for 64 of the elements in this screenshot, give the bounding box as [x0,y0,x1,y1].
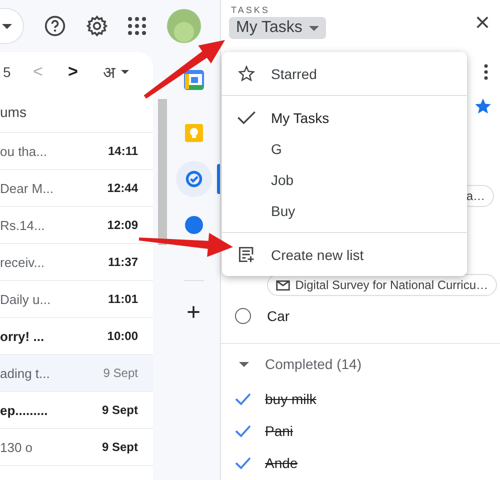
add-list-icon [238,246,255,263]
email-time: 9 Sept [103,366,138,380]
email-text: Dear M... [0,180,54,196]
star-icon [238,65,255,82]
email-text: Rs.14... [0,218,45,232]
star-icon[interactable] [474,97,492,115]
check-icon[interactable] [235,425,251,437]
mail-icon [276,280,290,290]
email-time: 9 Sept [102,440,138,454]
email-row[interactable]: ading t... 9 Sept [0,355,153,392]
tasks-icon [184,170,202,188]
email-text: receiv... [0,254,45,270]
caret-icon [121,70,129,74]
email-time: 14:11 [108,144,138,158]
email-time: 12:09 [107,218,138,232]
scrollbar-thumb[interactable] [158,99,167,245]
email-text: ading t... [0,366,50,380]
email-time: 11:37 [108,255,138,269]
email-row[interactable]: 130 o 9 Sept [0,429,153,466]
close-button[interactable]: × [474,9,490,35]
help-icon[interactable] [44,15,66,37]
list-selector-button[interactable]: My Tasks [229,17,326,39]
add-apps-button[interactable]: + [186,301,200,325]
search-bar[interactable] [0,8,24,44]
email-row[interactable]: Daily u... 11:01 [0,281,153,318]
email-row[interactable]: ep......... 9 Sept [0,392,153,429]
check-icon[interactable] [235,393,251,405]
check-icon [237,111,256,124]
email-text: orry! ... [0,328,44,344]
settings-icon[interactable] [86,15,108,37]
check-icon[interactable] [235,457,251,469]
task-title: Pani [265,423,294,439]
next-page-button[interactable]: > [68,62,103,82]
email-row[interactable]: ou tha... 14:11 [0,133,153,170]
more-options-icon[interactable] [484,64,488,80]
menu-item[interactable]: My Tasks [222,102,467,133]
task-title: Ande [265,455,298,471]
email-time: 9 Sept [102,403,138,417]
email-text: Daily u... [0,292,51,306]
page-range: 5 [3,64,12,80]
task-title: Car [267,308,290,324]
email-time: 10:00 [107,329,138,343]
menu-item[interactable]: G [222,133,467,164]
email-time: 12:44 [107,181,138,195]
email-text: 130 o [0,440,33,454]
apps-icon[interactable] [128,17,146,35]
email-text: ou tha... [0,144,47,158]
email-row[interactable]: receiv... 11:37 [0,244,153,281]
task-checkbox[interactable] [235,308,251,324]
tasks-rail-button[interactable] [176,161,212,197]
contacts-icon[interactable] [184,215,204,235]
task-title: buy milk [265,391,316,407]
menu-item[interactable]: Create new list [222,239,467,270]
menu-item[interactable]: Starred [222,58,467,89]
completed-header[interactable]: Completed (14) [265,356,362,372]
caret-icon[interactable] [239,362,249,366]
email-time: 11:01 [108,292,138,306]
caret-icon [309,26,320,30]
panel-label: TASKS [231,5,271,15]
email-text: ep......... [0,402,48,418]
caret-icon [2,24,12,28]
calendar-icon[interactable] [184,70,204,90]
input-tools-button[interactable]: अ [103,61,129,83]
email-row[interactable]: Dear M... 12:44 [0,170,153,207]
